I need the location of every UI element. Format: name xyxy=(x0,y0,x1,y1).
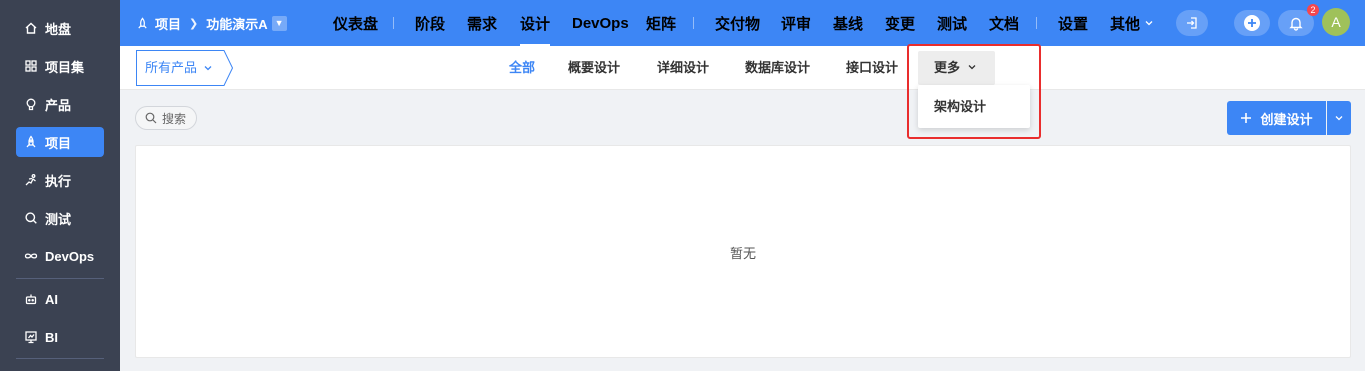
chevron-down-icon xyxy=(1145,21,1153,26)
nav-design[interactable]: 设计 xyxy=(520,0,551,46)
sidebar-item-label: AI xyxy=(45,291,58,307)
home-icon xyxy=(25,22,37,34)
nav-settings[interactable]: 设置 xyxy=(1058,0,1088,46)
nav-divider xyxy=(693,17,694,29)
search-button[interactable]: 搜索 xyxy=(135,106,197,130)
nav-divider xyxy=(1036,17,1037,29)
nav-other[interactable]: 其他 xyxy=(1110,0,1154,46)
tab-hld[interactable]: 概要设计 xyxy=(568,46,620,90)
sidebar-item-dashboard[interactable]: 地盘 xyxy=(16,13,104,43)
sub-toolbar xyxy=(120,46,1365,90)
sidebar-item-test[interactable]: 测试 xyxy=(16,203,104,233)
chevron-down-icon xyxy=(1335,116,1343,121)
tab-more-label: 更多 xyxy=(934,60,961,75)
notification-badge: 2 xyxy=(1307,4,1319,16)
search-label: 搜索 xyxy=(162,111,187,126)
create-dropdown-button[interactable] xyxy=(1327,101,1351,135)
empty-state-text: 暂无 xyxy=(729,246,756,261)
nav-review[interactable]: 评审 xyxy=(781,0,811,46)
nav-deliverable[interactable]: 交付物 xyxy=(715,0,760,46)
sidebar-divider xyxy=(16,278,104,279)
sidebar-item-program[interactable]: 项目集 xyxy=(16,51,104,81)
nav-baseline[interactable]: 基线 xyxy=(833,0,863,46)
more-dropdown-menu: 架构设计 xyxy=(918,85,1030,128)
search-icon xyxy=(145,112,157,124)
sidebar-item-label: DevOps xyxy=(45,248,95,264)
tab-database[interactable]: 数据库设计 xyxy=(745,46,810,90)
sidebar-item-execution[interactable]: 执行 xyxy=(16,165,104,195)
sidebar-item-label: 测试 xyxy=(45,211,72,227)
nav-stage[interactable]: 阶段 xyxy=(415,0,445,46)
quick-create-button[interactable] xyxy=(1234,10,1270,36)
rocket-icon xyxy=(26,135,36,148)
nav-dashboard[interactable]: 仪表盘 xyxy=(333,0,378,46)
plus-circle-icon xyxy=(1244,15,1260,31)
product-filter[interactable]: 所有产品 xyxy=(136,50,233,86)
sidebar: 地盘 项目集 产品 项目 执行 测试 DevOps AI BI xyxy=(0,0,120,371)
tab-more[interactable]: 更多 xyxy=(918,51,995,85)
sidebar-item-devops[interactable]: DevOps xyxy=(16,241,104,271)
sidebar-item-ai[interactable]: AI xyxy=(16,284,104,314)
test-icon xyxy=(25,212,37,224)
exit-icon xyxy=(1187,17,1197,29)
infinity-icon xyxy=(24,253,38,259)
nav-matrix[interactable]: 矩阵 xyxy=(646,0,676,46)
nav-devops[interactable]: DevOps xyxy=(572,0,629,46)
menu-item-architecture[interactable]: 架构设计 xyxy=(934,85,986,128)
project-switch-chevron-icon[interactable]: ▼ xyxy=(271,15,287,31)
sidebar-item-label: 项目 xyxy=(45,135,72,151)
breadcrumb-current[interactable]: 功能演示A xyxy=(206,14,267,33)
avatar[interactable]: A xyxy=(1322,8,1350,36)
rocket-icon xyxy=(138,16,147,29)
sidebar-item-label: 项目集 xyxy=(45,59,85,75)
sidebar-item-bi[interactable]: BI xyxy=(16,322,104,352)
robot-icon xyxy=(25,294,37,305)
grid-icon xyxy=(25,60,37,72)
chevron-right-icon: ❯ xyxy=(189,17,199,30)
nav-test[interactable]: 测试 xyxy=(937,0,967,46)
chart-icon xyxy=(25,331,37,344)
chevron-down-icon xyxy=(968,65,976,70)
sidebar-item-label: 执行 xyxy=(45,173,72,189)
sidebar-item-label: BI xyxy=(45,329,58,345)
exit-button[interactable] xyxy=(1176,10,1208,36)
sidebar-divider xyxy=(16,358,104,359)
sidebar-item-label: 产品 xyxy=(45,97,72,113)
create-design-button[interactable]: 创建设计 xyxy=(1227,101,1326,135)
breadcrumb: 项目 ❯ 功能演示A ▼ xyxy=(136,0,287,46)
sidebar-item-label: 地盘 xyxy=(45,21,72,37)
nav-change[interactable]: 变更 xyxy=(885,0,915,46)
breadcrumb-root[interactable]: 项目 xyxy=(155,14,181,33)
nav-doc[interactable]: 文档 xyxy=(989,0,1019,46)
sidebar-item-product[interactable]: 产品 xyxy=(16,89,104,119)
design-list-panel: 暂无 xyxy=(135,145,1351,358)
run-icon xyxy=(25,174,36,186)
plus-icon xyxy=(1241,113,1252,123)
sidebar-item-project[interactable]: 项目 xyxy=(16,127,104,157)
tab-dds[interactable]: 详细设计 xyxy=(657,46,709,90)
bulb-icon xyxy=(26,98,36,111)
nav-other-label: 其他 xyxy=(1110,15,1141,33)
nav-divider xyxy=(393,17,394,29)
tab-all[interactable]: 全部 xyxy=(509,46,535,90)
bell-icon xyxy=(1289,17,1303,31)
nav-requirement[interactable]: 需求 xyxy=(467,0,497,46)
product-filter-label: 所有产品 xyxy=(145,60,198,75)
create-design-label: 创建设计 xyxy=(1260,111,1313,127)
chevron-down-icon xyxy=(204,66,212,71)
tab-api[interactable]: 接口设计 xyxy=(846,46,898,90)
